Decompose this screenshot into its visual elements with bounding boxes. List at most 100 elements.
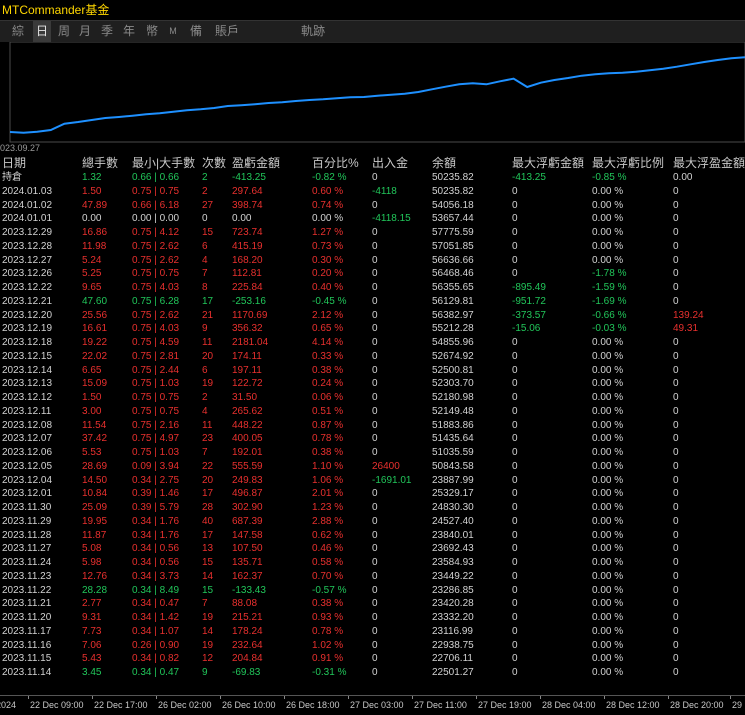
header-maxfloat_loss_pct[interactable]: 最大浮虧比例	[592, 157, 664, 170]
table-row[interactable]: 2023.12.06 5.53 0.75 | 1.03 7 192.01 0.38 % 0 5…	[0, 446, 745, 459]
cell-pct: 1.27 %	[312, 227, 344, 238]
header-count[interactable]: 次數	[202, 157, 226, 170]
table-row[interactable]: 2023.11.23 12.76 0.34 | 3.73 14 162.37 0.70 %…	[0, 570, 745, 583]
table-row[interactable]: 2023.12.14 6.65 0.75 | 2.44 6 197.11 0.38 % 0 5…	[0, 364, 745, 377]
tab-9[interactable]: 賬戶	[212, 21, 242, 42]
cell-pnl: 135.71	[232, 557, 263, 568]
table-row[interactable]: 2023.11.16 7.06 0.26 | 0.90 19 232.64 1.02 % 0…	[0, 639, 745, 652]
table-row[interactable]: 2023.12.22 9.65 0.75 | 4.03 8 225.84 0.40 % 0 5…	[0, 281, 745, 294]
header-pct[interactable]: 百分比%	[312, 157, 359, 170]
cell-balance: 56468.46	[432, 268, 474, 280]
cell-pnl: 107.50	[232, 543, 263, 555]
time-axis-tick	[220, 696, 221, 699]
table-row[interactable]: 2023.12.18 19.22 0.75 | 4.59 11 2181.04 4.14 …	[0, 336, 745, 349]
table-row[interactable]: 2023.12.11 3.00 0.75 | 0.75 4 265.62 0.51 % 0 5…	[0, 405, 745, 418]
table-row[interactable]: 2023.12.19 16.61 0.75 | 4.03 9 356.32 0.65 % 0…	[0, 322, 745, 335]
cell-mfp: 0	[673, 185, 679, 197]
table-row[interactable]: 2023.12.20 25.56 0.75 | 2.62 21 1170.69 2.12 …	[0, 309, 745, 322]
table-row[interactable]: 2024.01.01 0.00 0.00 | 0.00 0 0.00 0.00 % -411…	[0, 212, 745, 225]
cell-mfl: 0	[512, 570, 518, 582]
cell-flow: 0	[372, 447, 378, 458]
header-date[interactable]: 日期	[2, 157, 26, 170]
cell-balance: 22938.75	[432, 639, 474, 651]
table-row[interactable]: 2023.11.15 5.43 0.34 | 0.82 12 204.84 0.91 % 0…	[0, 652, 745, 665]
cell-mfl: 0	[512, 199, 518, 211]
header-flow[interactable]: 出入金	[372, 157, 408, 170]
table-row[interactable]: 2023.12.27 5.24 0.75 | 2.62 4 168.20 0.30 % 0 5…	[0, 254, 745, 267]
header-maxfloat_profit[interactable]: 最大浮盈金額	[673, 157, 745, 170]
table-row[interactable]: 2024.01.02 47.89 0.66 | 6.18 27 398.74 0.74 %…	[0, 199, 745, 212]
cell-mfl: 0	[512, 529, 518, 541]
header-lots[interactable]: 總手數	[82, 157, 118, 170]
cell-mfp: 0	[673, 515, 679, 527]
cell-date: 2023.12.19	[2, 323, 53, 335]
cell-pct: 0.51 %	[312, 405, 344, 417]
table-row[interactable]: 持倉 1.32 0.66 | 0.66 2 -413.25 -0.82 % 0 50235.8…	[0, 171, 745, 184]
cell-mfp: 0	[673, 570, 679, 582]
table-row[interactable]: 2023.12.15 22.02 0.75 | 2.81 20 174.11 0.33 %…	[0, 350, 745, 363]
table-row[interactable]: 2023.12.26 5.25 0.75 | 0.75 7 112.81 0.20 % 0 5…	[0, 267, 745, 280]
table-row[interactable]: 2023.12.29 16.86 0.75 | 4.12 15 723.74 1.27 %…	[0, 226, 745, 239]
table-row[interactable]: 2023.11.29 19.95 0.34 | 1.76 40 687.39 2.88 %…	[0, 515, 745, 528]
table-row[interactable]: 2023.11.21 2.77 0.34 | 0.47 7 88.08 0.38 % 0 23…	[0, 597, 745, 610]
cell-date: 2023.11.15	[2, 653, 52, 665]
table-row[interactable]: 2023.12.07 37.42 0.75 | 4.97 23 400.05 0.78 %…	[0, 432, 745, 445]
cell-mfl: 0	[512, 227, 518, 238]
table-row[interactable]: 2023.11.17 7.73 0.34 | 1.07 14 178.24 0.78 % 0…	[0, 625, 745, 638]
tab-0[interactable]: 綜	[8, 21, 28, 42]
tab-5[interactable]: 年	[120, 21, 138, 42]
tab-2[interactable]: 周	[55, 21, 73, 42]
header-maxfloat_loss[interactable]: 最大浮虧金額	[512, 157, 584, 170]
table-row[interactable]: 2023.12.21 47.60 0.75 | 6.28 17 -253.16 -0.45…	[0, 295, 745, 308]
cell-count: 6	[202, 240, 208, 252]
table-row[interactable]: 2023.12.04 14.50 0.34 | 2.75 20 249.83 1.06 %…	[0, 474, 745, 487]
cell-flow: 0	[372, 392, 378, 403]
cell-mfp: 0	[673, 282, 679, 293]
cell-mflp: 0.00 %	[592, 227, 624, 238]
cell-flow: 0	[372, 295, 378, 307]
table-row[interactable]: 2023.11.14 3.45 0.34 | 0.47 9 -69.83 -0.31 % 0…	[0, 666, 745, 679]
cell-mflp: 0.00 %	[592, 378, 624, 390]
cell-mfl: -15.06	[512, 323, 541, 335]
tab-8[interactable]: 備	[187, 21, 205, 42]
tab-1[interactable]: 日	[33, 21, 51, 42]
cell-mfl: 0	[512, 405, 518, 417]
cell-minmax: 0.75 | 2.81	[132, 350, 180, 362]
table-row[interactable]: 2023.12.01 10.84 0.39 | 1.46 17 496.87 2.01 %…	[0, 487, 745, 500]
cell-pnl: 415.19	[232, 240, 263, 252]
header-pnl[interactable]: 盈虧金額	[232, 157, 280, 170]
table-row[interactable]: 2023.12.08 11.54 0.75 | 2.16 11 448.22 0.87 %…	[0, 419, 745, 432]
header-balance[interactable]: 余額	[432, 157, 456, 170]
header-minmax[interactable]: 最小|大手數	[132, 157, 195, 170]
cell-flow: 0	[372, 282, 378, 293]
table-row[interactable]: 2023.11.27 5.08 0.34 | 0.56 13 107.50 0.46 % 0…	[0, 542, 745, 555]
table-row[interactable]: 2023.12.05 28.69 0.09 | 3.94 22 555.59 1.10 %…	[0, 460, 745, 473]
cell-mfp: 0	[673, 653, 679, 665]
time-axis-tick	[476, 696, 477, 699]
table-row[interactable]: 2023.11.30 25.09 0.39 | 5.79 28 302.90 1.23 %…	[0, 501, 745, 514]
cell-count: 15	[202, 227, 214, 238]
cell-date: 2023.12.04	[2, 474, 53, 486]
tab-3[interactable]: 月	[76, 21, 94, 42]
cell-mflp: 0.00 %	[592, 460, 624, 472]
table-row[interactable]: 2023.11.20 9.31 0.34 | 1.42 19 215.21 0.93 % 0…	[0, 611, 745, 624]
tab-6[interactable]: 幣	[143, 21, 161, 42]
cell-pct: 0.60 %	[312, 185, 344, 197]
table-row[interactable]: 2024.01.03 1.50 0.75 | 0.75 2 297.64 0.60 % -4…	[0, 185, 745, 198]
cell-mflp: 0.00 %	[592, 185, 624, 197]
time-axis-tick	[412, 696, 413, 699]
table-row[interactable]: 2023.11.22 28.28 0.34 | 8.49 15 -133.43 -0.57…	[0, 584, 745, 597]
cell-balance: 52674.92	[432, 350, 474, 362]
cell-mflp: 0.00 %	[592, 240, 624, 252]
cell-pnl: 122.72	[232, 378, 263, 390]
table-row[interactable]: 2023.12.12 1.50 0.75 | 0.75 2 31.50 0.06 % 0 52…	[0, 391, 745, 404]
tab-4[interactable]: 季	[98, 21, 116, 42]
tab-10[interactable]: 軌跡	[299, 21, 327, 42]
table-row[interactable]: 2023.11.28 11.87 0.34 | 1.76 17 147.58 0.62 %…	[0, 529, 745, 542]
table-row[interactable]: 2023.12.13 15.09 0.75 | 1.03 19 122.72 0.24 %…	[0, 377, 745, 390]
table-row[interactable]: 2023.12.28 11.98 0.75 | 2.62 6 415.19 0.73 % 0…	[0, 240, 745, 253]
tab-7[interactable]: M	[166, 21, 180, 42]
cell-pnl: -69.83	[232, 667, 261, 678]
table-row[interactable]: 2023.11.24 5.98 0.34 | 0.56 15 135.71 0.58 % 0…	[0, 556, 745, 569]
cell-lots: 19.22	[82, 337, 108, 348]
